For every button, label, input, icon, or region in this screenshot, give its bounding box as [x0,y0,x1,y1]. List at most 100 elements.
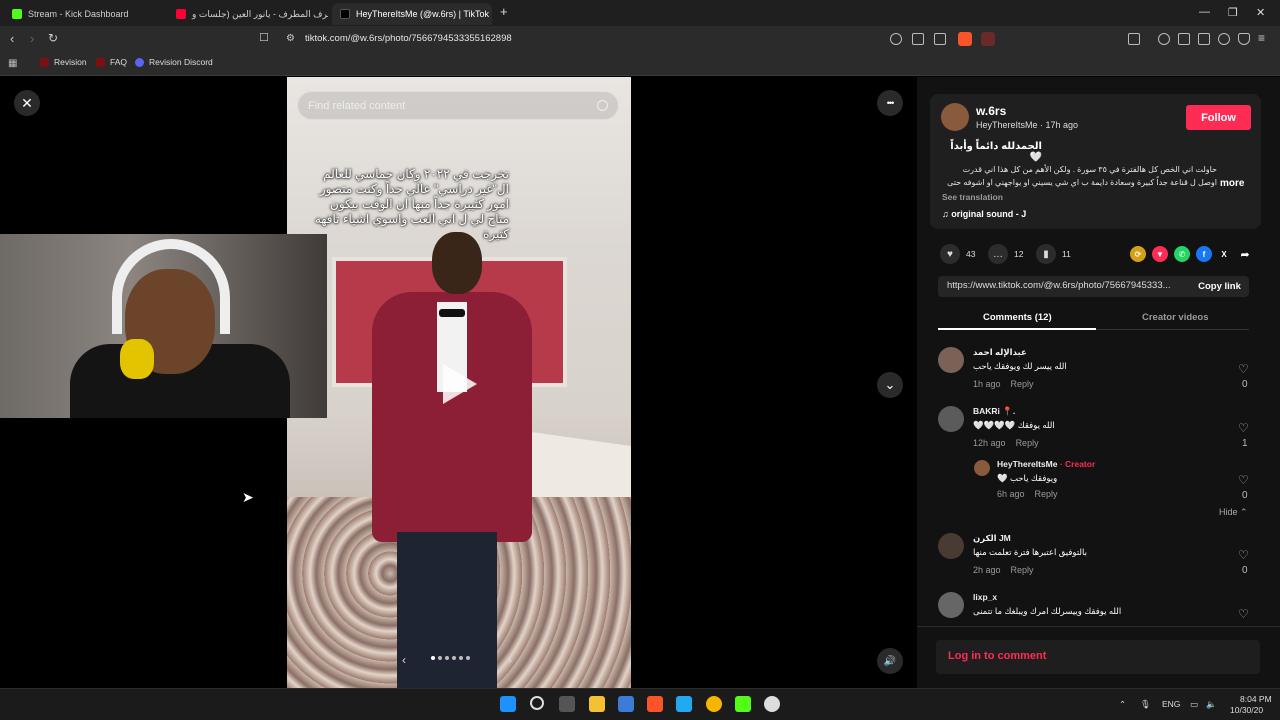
carousel-dot[interactable] [452,656,456,660]
network-icon[interactable]: ▭ [1190,699,1198,710]
commenter-avatar[interactable] [938,533,964,559]
site-info-icon[interactable]: ⚙ [286,33,295,44]
tab-tiktok[interactable]: HeyThereItsMe (@w.6rs) | TikTok ✕ [332,3,492,25]
file-explorer-icon[interactable] [589,696,605,712]
login-to-comment-button[interactable]: Log in to comment [936,640,1260,674]
leo-icon[interactable] [1218,33,1230,45]
creator-avatar[interactable] [974,460,990,476]
reply-button[interactable]: Reply [1011,565,1034,575]
carousel-dot[interactable] [459,656,463,660]
bookmark-discord[interactable]: Revision Discord [135,57,213,67]
start-icon[interactable] [500,696,516,712]
kick-app-icon[interactable] [735,696,751,712]
minimize-button[interactable]: — [1199,6,1210,18]
reload-icon[interactable]: ↻ [48,31,58,45]
whatsapp-icon[interactable]: ✆ [1174,246,1190,262]
sidebar-icon[interactable] [1178,33,1190,45]
forward-icon[interactable]: › [30,31,34,46]
follow-button[interactable]: Follow [1186,105,1251,130]
close-icon[interactable]: ✕ [14,90,40,116]
commenter-name[interactable]: عبدالإله احمد [973,347,1027,358]
hide-replies-button[interactable]: Hide ⌃ [1219,507,1248,518]
reply-button[interactable]: Reply [1011,379,1034,389]
url-field[interactable]: tiktok.com/@w.6rs/photo/7566794533355162… [305,33,512,44]
more-options-icon[interactable]: ••• [877,90,903,116]
author-username[interactable]: w.6rs [976,104,1006,118]
bookmark-icon[interactable]: ☐ [259,31,269,44]
clock-time[interactable]: 8:04 PM [1240,694,1272,704]
sound-link[interactable]: ♫ original sound - J [942,209,1026,219]
translate-icon[interactable] [890,33,902,45]
wallet-icon[interactable] [1198,33,1210,45]
maximize-button[interactable]: ❐ [1228,6,1238,19]
cast-icon[interactable] [912,33,924,45]
comment-icon[interactable]: … [988,244,1008,264]
close-window-button[interactable]: ✕ [1256,6,1265,19]
volume-icon[interactable]: 🔊 [877,648,903,674]
apps-grid-icon[interactable]: ▦ [8,58,17,69]
facebook-icon[interactable]: f [1196,246,1212,262]
language-indicator[interactable]: ENG [1162,699,1180,709]
chevron-down-icon[interactable]: ⌄ [877,372,903,398]
speaker-icon[interactable]: 🔈 [1206,699,1217,710]
search-input[interactable]: Find related content [297,91,619,120]
commenter-name[interactable]: الكرن JM [973,533,1011,544]
copy-link-button[interactable]: Copy link [1190,276,1249,297]
vscode-icon[interactable] [676,696,692,712]
more-link[interactable]: more [1220,178,1244,189]
store-icon[interactable] [618,696,634,712]
carousel-dot[interactable] [431,656,435,660]
comment-like-icon[interactable]: ♡ [1238,548,1249,562]
author-avatar[interactable] [941,103,969,131]
creator-username[interactable]: HeyThereItsMe [997,459,1057,469]
carousel-dots[interactable] [431,656,470,660]
see-translation-link[interactable]: See translation [942,192,1003,202]
share-icon[interactable] [934,33,946,45]
new-tab-button[interactable]: + [500,4,508,19]
commenter-avatar[interactable] [938,592,964,618]
tab-creator-videos[interactable]: Creator videos [1142,312,1209,323]
vpn-icon[interactable] [1238,33,1250,45]
commenter-name[interactable]: lixp_x [973,592,997,602]
tab-comments[interactable]: Comments (12) [983,312,1052,323]
brave-icon[interactable] [647,696,663,712]
reply-button[interactable]: Reply [1035,489,1058,499]
comment-like-icon[interactable]: ♡ [1238,473,1249,487]
menu-icon[interactable]: ≡ [1258,31,1265,45]
media-icon[interactable] [1158,33,1170,45]
search-taskbar-icon[interactable] [530,696,544,710]
commenter-avatar[interactable] [938,347,964,373]
clock-date[interactable]: 10/30/20 [1230,705,1263,715]
brave-rewards-icon[interactable] [981,32,995,46]
comment-like-icon[interactable]: ♡ [1238,421,1249,435]
commenter-name[interactable]: BAKRi 📍. [973,406,1015,417]
bookmark-faq[interactable]: FAQ [96,57,127,67]
heart-icon[interactable]: ♥ [940,244,960,264]
carousel-dot[interactable] [466,656,470,660]
share-arrow-icon[interactable]: ➦ [1237,246,1253,262]
like-action[interactable]: ♥ 43 [940,244,975,264]
bookmark-revision[interactable]: Revision [40,57,87,67]
carousel-prev-icon[interactable]: ‹ [402,653,406,667]
play-icon[interactable] [443,364,477,404]
commenter-avatar[interactable] [938,406,964,432]
repost-icon[interactable]: ⟳ [1130,246,1146,262]
carousel-dot[interactable] [438,656,442,660]
search-icon[interactable] [597,100,608,111]
brave-shields-icon[interactable] [958,32,972,46]
tab-youtube[interactable]: مطرف المطرف - يانور العين (جلسات و [168,3,328,25]
tab-kick[interactable]: Stream - Kick Dashboard [4,3,164,25]
bookmark-icon[interactable]: ▮ [1036,244,1056,264]
comment-like-icon[interactable]: ♡ [1238,362,1249,376]
comment-action[interactable]: … 12 [988,244,1023,264]
send-icon[interactable]: ▼ [1152,246,1168,262]
x-icon[interactable]: X [1216,246,1232,262]
back-icon[interactable]: ‹ [10,31,14,46]
carousel-dot[interactable] [445,656,449,660]
chat-app-icon[interactable] [706,696,722,712]
tray-overflow-icon[interactable]: ⌃ [1119,699,1126,710]
task-view-icon[interactable] [559,696,575,712]
mic-icon[interactable]: 🎙 [1140,699,1151,710]
obs-icon[interactable] [764,696,780,712]
save-action[interactable]: ▮ 11 [1036,244,1071,264]
